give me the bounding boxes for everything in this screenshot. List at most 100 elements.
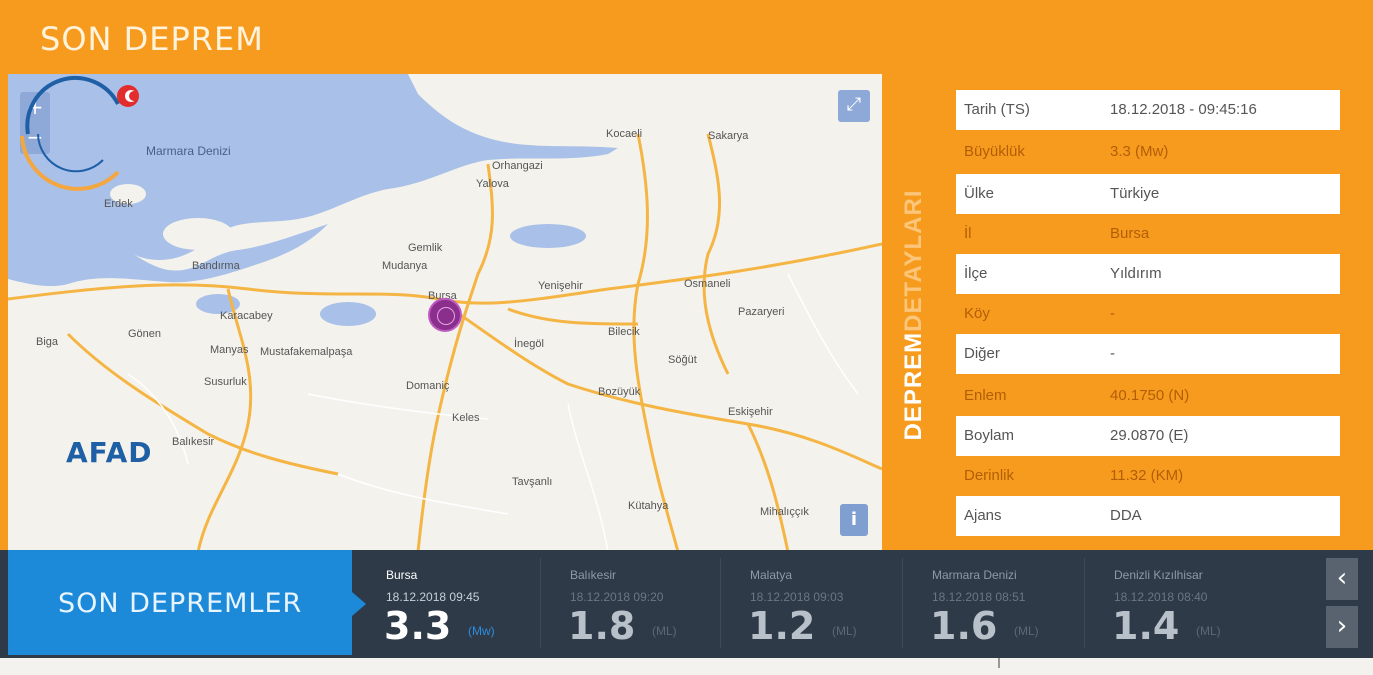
quake-unit: (ML)	[1196, 624, 1221, 638]
footer-strip	[0, 658, 1373, 675]
map-label: Mustafakemalpaşa	[260, 346, 353, 358]
map-label: Bozüyük	[598, 386, 641, 398]
recent-quakes-title: SON DEPREMLER	[58, 588, 303, 619]
quake-date: 18.12.2018 09:45	[386, 590, 480, 604]
detail-key: İlçe	[964, 265, 988, 282]
afad-logo-text: AFAD	[66, 436, 153, 469]
map-label: Orhangazi	[492, 160, 543, 172]
map-label: Osmaneli	[684, 278, 731, 290]
map-label: İnegöl	[514, 338, 544, 350]
recent-quakes-bar: SON DEPREMLER Bursa 18.12.2018 09:45 3.3…	[0, 550, 1373, 658]
detail-key: Diğer	[964, 345, 1000, 362]
detail-row-magnitude: Büyüklük 3.3 (Mw)	[956, 132, 1340, 172]
map-label: Bilecik	[608, 326, 640, 338]
page-title: SON DEPREM	[40, 20, 264, 58]
detail-value: 18.12.2018 - 09:45:16	[1110, 101, 1257, 118]
quake-magnitude: 1.2	[748, 604, 816, 648]
detail-key: Boylam	[964, 427, 1015, 444]
quake-date: 18.12.2018 08:51	[932, 590, 1026, 604]
map-label: Mudanya	[382, 260, 428, 272]
previous-button[interactable]: ‹	[1326, 558, 1358, 600]
detail-value: -	[1110, 305, 1115, 322]
map-label: Gönen	[128, 328, 162, 340]
quake-unit: (ML)	[1014, 624, 1039, 638]
next-button[interactable]: ›	[1326, 606, 1358, 648]
detail-key: İl	[964, 225, 972, 242]
details-vertical-label: DEPREMDETAYLARI	[888, 80, 940, 550]
map-label: Eskişehir	[728, 406, 773, 418]
fullscreen-button[interactable]: ⤢	[838, 90, 870, 122]
map-label: Keles	[452, 412, 480, 424]
map-label: Yenişehir	[538, 280, 583, 292]
detail-row-longitude: Boylam 29.0870 (E)	[956, 416, 1340, 456]
map-label: Balıkesir	[172, 436, 215, 448]
map-label: Tavşanlı	[512, 476, 553, 488]
quake-magnitude: 1.4	[1112, 604, 1180, 648]
quake-magnitude: 1.8	[568, 604, 636, 648]
quake-magnitude: 3.3	[384, 604, 452, 648]
footer-tick	[998, 658, 1000, 668]
map-label: Kocaeli	[606, 128, 643, 140]
quake-card[interactable]: Malatya 18.12.2018 09:03 1.2 (ML)	[720, 550, 900, 655]
detail-key: Derinlik	[964, 467, 1015, 484]
quake-card[interactable]: Bursa 18.12.2018 09:45 3.3 (Mw)	[356, 550, 536, 655]
detail-row-province: İl Bursa	[956, 214, 1340, 254]
quake-place: Bursa	[386, 568, 418, 582]
quake-place: Denizli Kızılhisar	[1114, 568, 1203, 582]
map-label: Erdek	[104, 198, 133, 210]
map-label: Söğüt	[668, 354, 697, 366]
info-button[interactable]: i	[840, 504, 868, 536]
detail-value: 40.1750 (N)	[1110, 387, 1190, 404]
quake-place: Malatya	[750, 568, 793, 582]
quake-unit: (ML)	[652, 624, 677, 638]
detail-key: Tarih (TS)	[964, 101, 1030, 118]
quake-date: 18.12.2018 09:03	[750, 590, 844, 604]
quake-date: 18.12.2018 08:40	[1114, 590, 1208, 604]
detail-key: Enlem	[964, 387, 1007, 404]
quake-place: Marmara Denizi	[932, 568, 1017, 582]
earthquake-marker[interactable]	[428, 298, 462, 332]
detail-value: 3.3 (Mw)	[1110, 143, 1169, 160]
detail-value: 29.0870 (E)	[1110, 427, 1189, 444]
quake-card[interactable]: Balıkesir 18.12.2018 09:20 1.8 (ML)	[540, 550, 720, 655]
detail-row-date: Tarih (TS) 18.12.2018 - 09:45:16	[956, 90, 1340, 130]
map-label: Sakarya	[708, 130, 749, 142]
earthquake-details-table: Tarih (TS) 18.12.2018 - 09:45:16 Büyüklü…	[948, 84, 1348, 548]
quake-card[interactable]: Denizli Kızılhisar 18.12.2018 08:40 1.4 …	[1084, 550, 1264, 655]
detail-row-country: Ülke Türkiye	[956, 174, 1340, 214]
map-label: Pazaryeri	[738, 306, 785, 318]
quake-magnitude: 1.6	[930, 604, 998, 648]
detail-row-depth: Derinlik 11.32 (KM)	[956, 456, 1340, 496]
quake-card[interactable]: Marmara Denizi 18.12.2018 08:51 1.6 (ML)	[902, 550, 1082, 655]
map-label: Kütahya	[628, 500, 669, 512]
detail-value: Türkiye	[1110, 185, 1160, 202]
quake-date: 18.12.2018 09:20	[570, 590, 664, 604]
detail-row-agency: Ajans DDA	[956, 496, 1340, 536]
detail-key: Büyüklük	[964, 143, 1025, 160]
recent-quakes-title-block: SON DEPREMLER	[8, 550, 366, 655]
map-label: Karacabey	[220, 310, 273, 322]
detail-key: Ülke	[964, 185, 995, 202]
vertical-label-strong: DEPREM	[900, 331, 927, 441]
map-view[interactable]: Marmara Denizi Bursa Bilecik Kütahya Bal…	[8, 74, 882, 552]
detail-value: Bursa	[1110, 225, 1150, 242]
map-label: Marmara Denizi	[146, 144, 231, 158]
detail-row-district: İlçe Yıldırım	[956, 254, 1340, 294]
detail-value: -	[1110, 345, 1115, 362]
map-label: Yalova	[476, 178, 509, 190]
vertical-label-light: DETAYLARI	[900, 189, 927, 332]
map-label: Mihalıççık	[760, 506, 809, 518]
detail-row-village: Köy -	[956, 294, 1340, 334]
map-label: Biga	[36, 336, 59, 348]
detail-key: Ajans	[964, 507, 1002, 524]
map-label: Susurluk	[204, 376, 247, 388]
detail-value: Yıldırım	[1110, 265, 1162, 282]
map-label: Domaniç	[406, 380, 450, 392]
quake-unit: (ML)	[832, 624, 857, 638]
detail-row-latitude: Enlem 40.1750 (N)	[956, 376, 1340, 416]
detail-key: Köy	[964, 305, 990, 322]
map-label: Gemlik	[408, 242, 443, 254]
header-bar: SON DEPREM	[0, 0, 1373, 72]
map-label: Bandırma	[192, 260, 240, 272]
afad-logo-icon	[20, 75, 139, 191]
